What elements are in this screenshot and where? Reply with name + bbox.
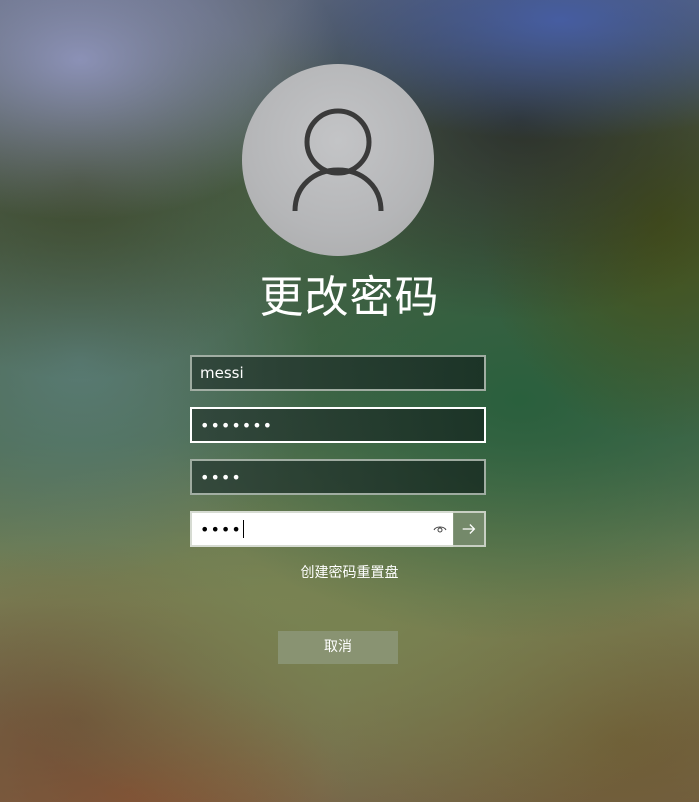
confirm-password-value: •••• <box>200 519 242 539</box>
page-title: 更改密码 <box>259 272 440 323</box>
lock-screen-background: 更改密码 messi ••••••• •••• •••• 创建密码重置盘 取消 <box>0 0 699 802</box>
confirm-password-field[interactable]: •••• <box>190 511 454 547</box>
text-cursor <box>242 520 244 538</box>
username-value: messi <box>200 364 244 382</box>
new-password-field[interactable]: •••• <box>190 459 486 495</box>
arrow-right-icon <box>462 524 475 534</box>
eye-icon[interactable] <box>432 521 448 537</box>
create-reset-disk-link[interactable]: 创建密码重置盘 <box>0 563 699 583</box>
old-password-field[interactable]: ••••••• <box>190 407 486 443</box>
user-avatar <box>242 64 434 256</box>
submit-button[interactable] <box>453 511 486 547</box>
new-password-value: •••• <box>200 467 242 487</box>
cancel-button[interactable]: 取消 <box>278 631 398 664</box>
username-field[interactable]: messi <box>190 355 486 391</box>
old-password-value: ••••••• <box>200 415 274 435</box>
user-icon <box>292 108 384 212</box>
